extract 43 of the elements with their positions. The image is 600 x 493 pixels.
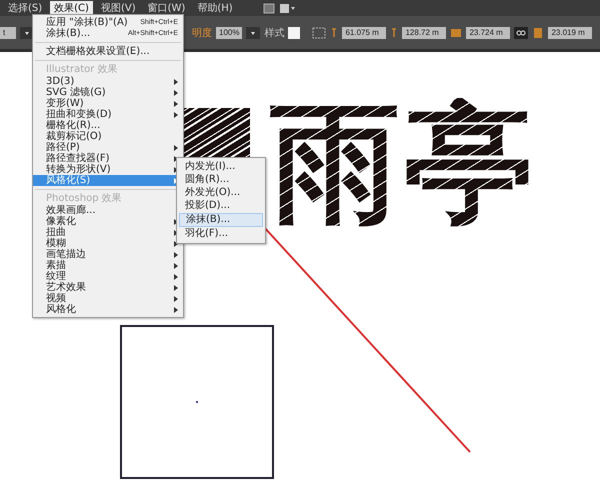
menu-bar-item[interactable]: 帮助(H) bbox=[193, 0, 237, 16]
menu-item[interactable]: 艺术效果 bbox=[33, 282, 183, 293]
dropdown-button[interactable] bbox=[246, 26, 260, 38]
menu-item[interactable]: 羽化(F)... bbox=[179, 228, 263, 240]
menu-item[interactable]: 视频 bbox=[33, 293, 183, 304]
menu-item[interactable]: 变形(W) bbox=[33, 98, 183, 109]
opacity-label[interactable]: 明度 bbox=[192, 26, 212, 40]
menu-item[interactable]: 内发光(I)... bbox=[179, 161, 263, 173]
position-icon bbox=[330, 26, 338, 38]
menu-item[interactable]: SVG 滤镜(G) bbox=[33, 87, 183, 98]
link-icon[interactable] bbox=[514, 26, 528, 38]
menu-section-header: Photoshop 效果 bbox=[45, 193, 123, 204]
menu-bar-item[interactable]: 视图(V) bbox=[96, 0, 140, 16]
menu-section-header: Illustrator 效果 bbox=[45, 64, 119, 76]
menu-item[interactable]: 裁剪标记(O) bbox=[33, 131, 183, 142]
input-field[interactable]: t bbox=[0, 26, 16, 38]
grid-icon[interactable] bbox=[312, 26, 326, 38]
menu-item[interactable]: 栅格化(R)... bbox=[33, 120, 183, 131]
arrange-documents-icon[interactable] bbox=[278, 2, 297, 14]
height-field[interactable]: 23.019 m bbox=[548, 26, 592, 38]
menu-bar-item[interactable]: 窗口(W) bbox=[144, 0, 190, 16]
x-field[interactable]: 61.075 m bbox=[342, 26, 386, 38]
width-icon bbox=[450, 26, 462, 38]
style-label: 样式 bbox=[264, 26, 284, 40]
height-icon bbox=[532, 26, 544, 38]
menu-item[interactable]: 画笔描边 bbox=[33, 249, 183, 260]
menu-bar-item[interactable]: 效果(C) bbox=[50, 0, 93, 16]
menu-item[interactable]: 素描 bbox=[33, 260, 183, 271]
menu-item[interactable]: 扭曲和变换(D) bbox=[33, 109, 183, 120]
menu-bar-item[interactable]: 选择(S) bbox=[4, 0, 46, 16]
menu-item[interactable]: 3D(3) bbox=[33, 76, 183, 87]
opacity-field[interactable]: 100% bbox=[216, 26, 242, 38]
menu-item[interactable]: 纹理 bbox=[33, 271, 183, 282]
menu-item[interactable]: 外发光(O)... bbox=[179, 187, 263, 199]
width-field[interactable]: 23.724 m bbox=[466, 26, 510, 38]
menu-item[interactable]: 文档栅格效果设置(E)... bbox=[33, 46, 183, 57]
menu-item[interactable]: 风格化 bbox=[33, 304, 183, 315]
y-field[interactable]: 128.72 m bbox=[402, 26, 446, 38]
position-icon bbox=[390, 26, 398, 38]
style-swatch[interactable] bbox=[288, 26, 300, 38]
menu-item[interactable]: 路径(P) bbox=[33, 142, 183, 153]
menu-item[interactable]: 投影(D)... bbox=[179, 200, 263, 212]
menu-item[interactable]: 涂抹(B)... bbox=[179, 213, 263, 227]
